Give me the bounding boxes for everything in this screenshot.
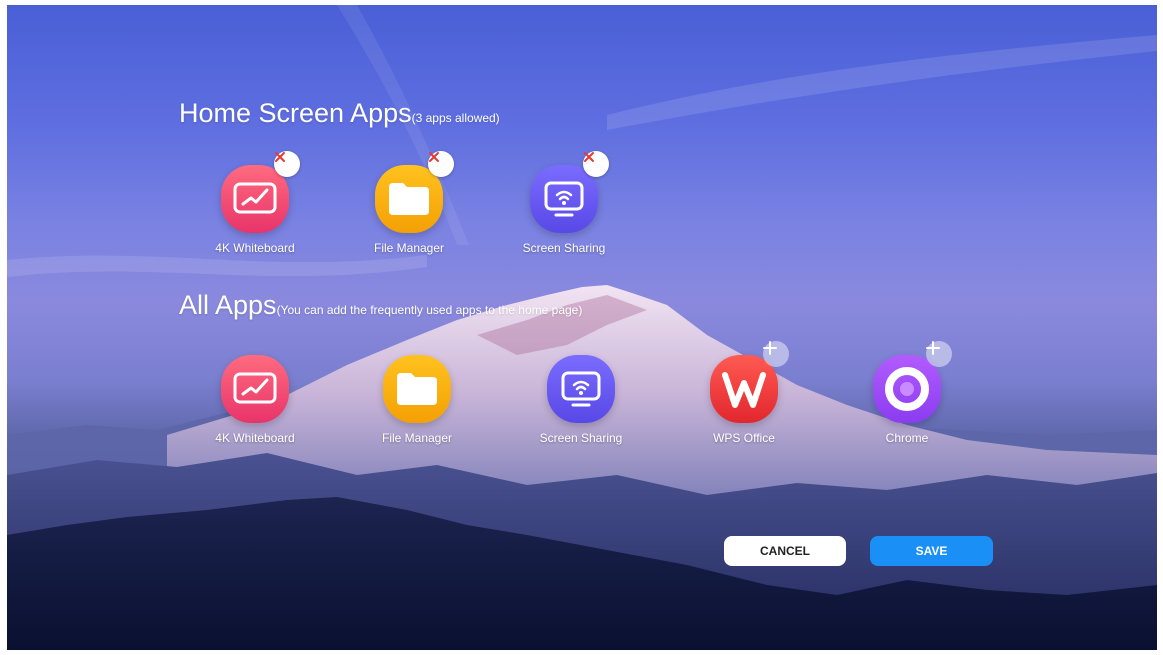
app-label: Screen Sharing	[522, 241, 606, 255]
home-app-file-manager[interactable]: File Manager	[349, 151, 469, 255]
app-label: 4K Whiteboard	[215, 241, 295, 255]
app-label: Screen Sharing	[539, 431, 623, 445]
all-subtitle: (You can add the frequently used apps to…	[276, 303, 583, 317]
all-apps-heading: All Apps(You can add the frequently used…	[179, 290, 582, 321]
all-app-wps-office[interactable]: WPS Office	[684, 341, 804, 445]
folder-icon	[375, 151, 454, 233]
plus-icon	[926, 341, 940, 355]
home-app-4k-whiteboard[interactable]: 4K Whiteboard	[195, 151, 315, 255]
all-app-4k-whiteboard[interactable]: 4K Whiteboard	[195, 355, 315, 445]
close-icon	[429, 152, 439, 162]
app-label: Chrome	[885, 431, 929, 445]
close-icon	[275, 152, 285, 162]
whiteboard-icon	[221, 151, 300, 233]
home-screen-apps-heading: Home Screen Apps(3 apps allowed)	[179, 98, 500, 129]
whiteboard-icon	[221, 355, 289, 423]
screen-share-icon	[530, 151, 609, 233]
home-app-screen-sharing[interactable]: Screen Sharing	[504, 151, 624, 255]
all-app-file-manager[interactable]: File Manager	[357, 355, 477, 445]
remove-app-button[interactable]	[274, 151, 300, 177]
wps-icon	[710, 341, 789, 423]
app-label: File Manager	[381, 431, 453, 445]
app-label: WPS Office	[713, 431, 775, 445]
all-title: All Apps	[179, 290, 277, 320]
home-title: Home Screen Apps	[179, 98, 412, 128]
cancel-button[interactable]: CANCEL	[724, 536, 846, 566]
home-subtitle: (3 apps allowed)	[411, 111, 500, 125]
chrome-icon	[873, 341, 952, 423]
remove-app-button[interactable]	[583, 151, 609, 177]
save-button[interactable]: SAVE	[870, 536, 993, 566]
screen-share-icon	[547, 355, 615, 423]
all-app-screen-sharing[interactable]: Screen Sharing	[521, 355, 641, 445]
app-label: 4K Whiteboard	[215, 431, 295, 445]
folder-icon	[383, 355, 451, 423]
add-app-button[interactable]	[763, 341, 789, 367]
plus-icon	[763, 341, 777, 355]
launcher-settings-screen: Home Screen Apps(3 apps allowed) 4K Whit…	[7, 5, 1157, 650]
all-app-chrome[interactable]: Chrome	[847, 341, 967, 445]
app-label: File Manager	[373, 241, 445, 255]
add-app-button[interactable]	[926, 341, 952, 367]
close-icon	[584, 152, 594, 162]
remove-app-button[interactable]	[428, 151, 454, 177]
